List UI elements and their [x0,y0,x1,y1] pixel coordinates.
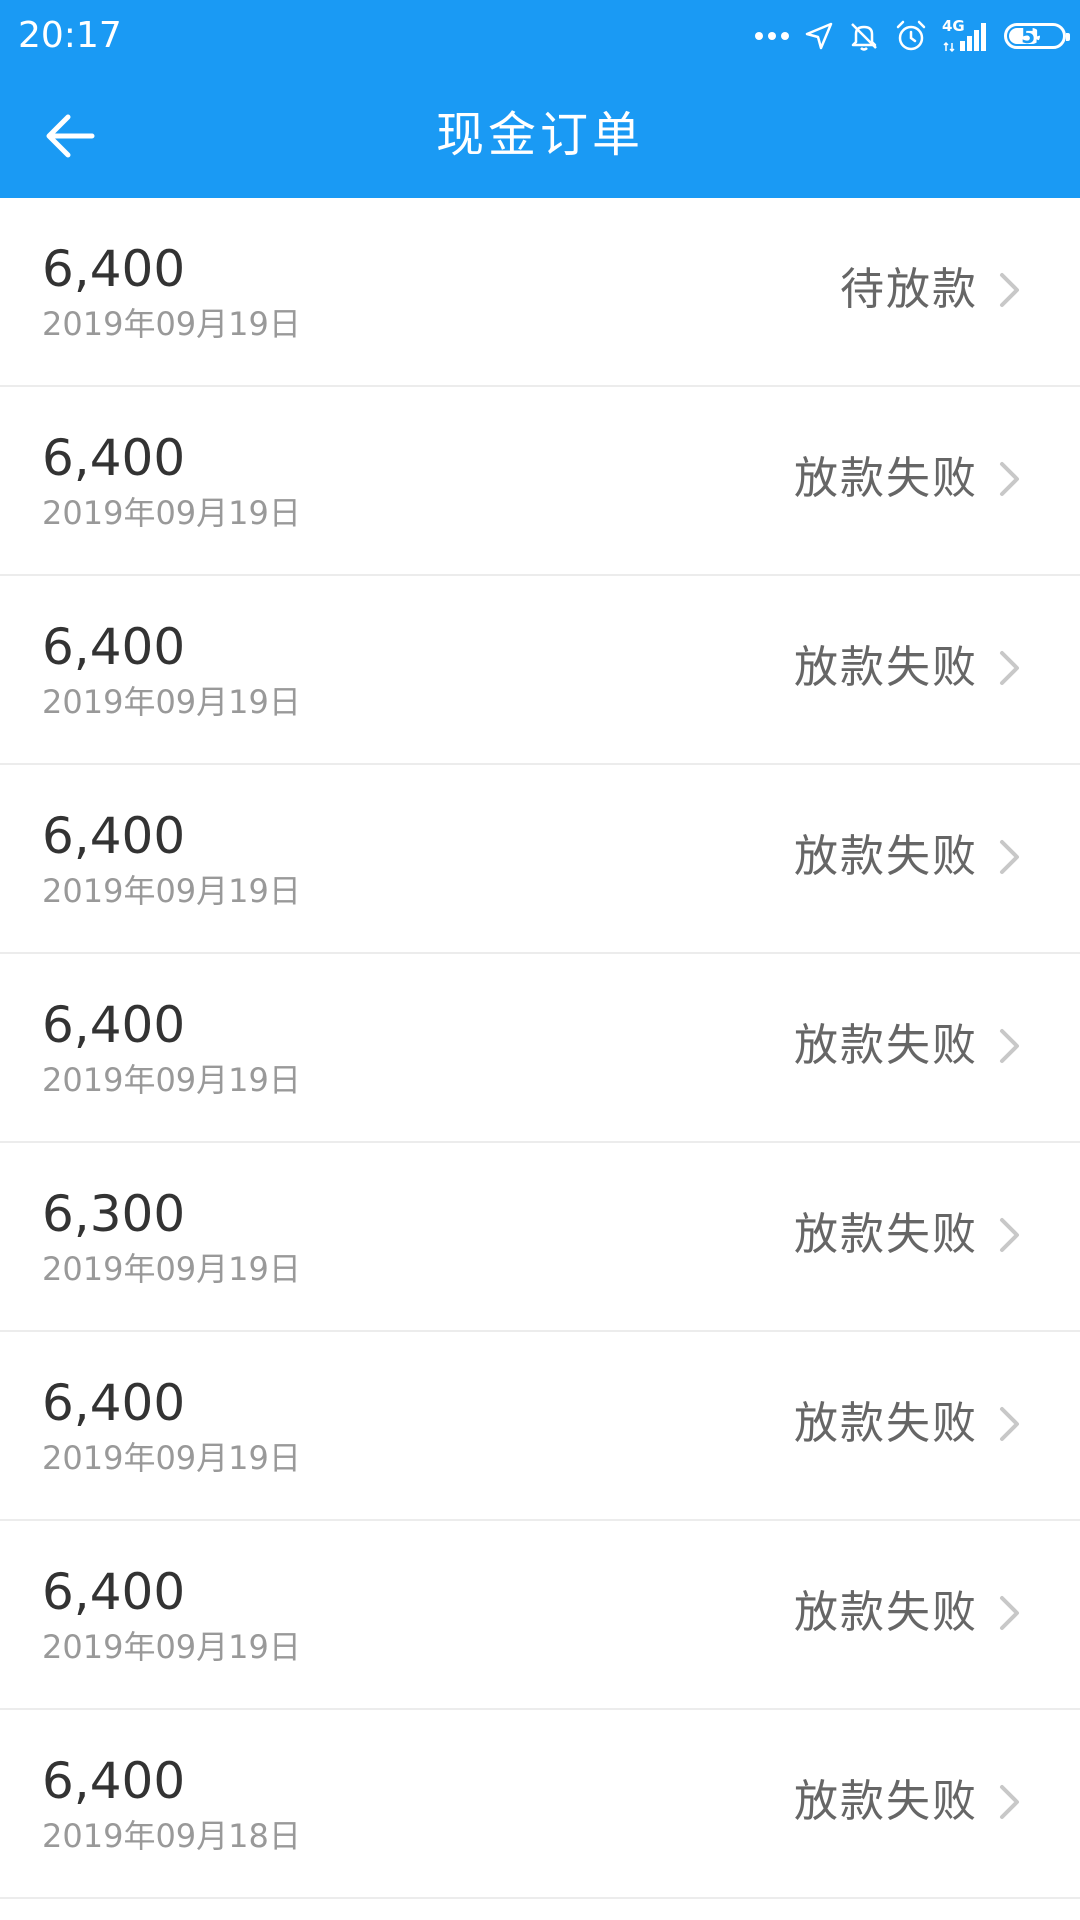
order-amount: 6,300 [42,1185,186,1243]
order-amount: 6,400 [42,1563,186,1621]
chevron-right-icon [1000,1407,1019,1441]
order-status: 放款失败 [794,642,978,693]
order-date: 2019年09月19日 [42,1061,301,1099]
order-amount: 6,400 [42,429,186,487]
order-date: 2019年09月19日 [42,872,301,910]
status-bar: 20:17 4G 55 [0,0,1080,72]
status-time: 20:17 [18,15,122,56]
order-date: 2019年09月19日 [42,1628,301,1666]
order-row[interactable]: 6,400 2019年09月19日 放款失败 [0,954,1080,1143]
order-status: 放款失败 [794,1398,978,1449]
order-amount: 6,400 [42,240,186,298]
arrow-left-icon [46,114,95,158]
signal-icon: 4G [942,17,990,53]
order-date: 2019年09月19日 [42,683,301,721]
order-row[interactable]: 6,400 2019年09月19日 放款失败 [0,1521,1080,1710]
back-button[interactable] [28,100,112,172]
order-row[interactable]: 6,300 2019年09月19日 放款失败 [0,1143,1080,1332]
order-date: 2019年09月19日 [42,1250,301,1288]
chevron-right-icon [1000,462,1019,496]
more-dots-icon [754,30,790,42]
battery-level: 55 [1021,24,1049,48]
order-date: 2019年09月19日 [42,305,301,343]
battery-icon: 55 [1004,23,1070,49]
chevron-right-icon [1000,651,1019,685]
order-amount: 6,400 [42,996,186,1054]
order-amount: 6,400 [42,1752,186,1810]
order-date: 2019年09月18日 [42,1817,301,1855]
order-status: 放款失败 [794,453,978,504]
order-status: 放款失败 [794,1020,978,1071]
bell-off-icon [848,20,880,52]
order-status: 放款失败 [794,1587,978,1638]
order-amount: 6,400 [42,807,186,865]
chevron-right-icon [1000,1029,1019,1063]
order-amount: 6,400 [42,1374,186,1432]
order-date: 2019年09月19日 [42,1439,301,1477]
order-amount: 6,400 [42,618,186,676]
order-status: 待放款 [840,264,978,315]
order-status: 放款失败 [794,1209,978,1260]
location-arrow-icon [804,21,834,51]
order-row[interactable]: 6,400 2019年09月19日 放款失败 [0,576,1080,765]
chevron-right-icon [1000,1596,1019,1630]
network-type: 4G [942,17,965,35]
order-row[interactable]: 6,400 2019年09月19日 放款失败 [0,1332,1080,1521]
order-list: 6,400 2019年09月19日 待放款 6,400 2019年09月19日 … [0,198,1080,1899]
chevron-right-icon [1000,1785,1019,1819]
order-row[interactable]: 6,400 2019年09月19日 放款失败 [0,387,1080,576]
page-title: 现金订单 [435,107,644,163]
order-row[interactable]: 6,400 2019年09月18日 放款失败 [0,1710,1080,1899]
order-status: 放款失败 [794,831,978,882]
app-bar: 现金订单 [0,72,1080,198]
order-date: 2019年09月19日 [42,494,301,532]
chevron-right-icon [1000,1218,1019,1252]
chevron-right-icon [1000,273,1019,307]
order-status: 放款失败 [794,1776,978,1827]
status-icons: 4G 55 [754,14,1070,58]
alarm-clock-icon [894,19,928,53]
order-row[interactable]: 6,400 2019年09月19日 待放款 [0,198,1080,387]
order-row[interactable]: 6,400 2019年09月19日 放款失败 [0,765,1080,954]
chevron-right-icon [1000,840,1019,874]
